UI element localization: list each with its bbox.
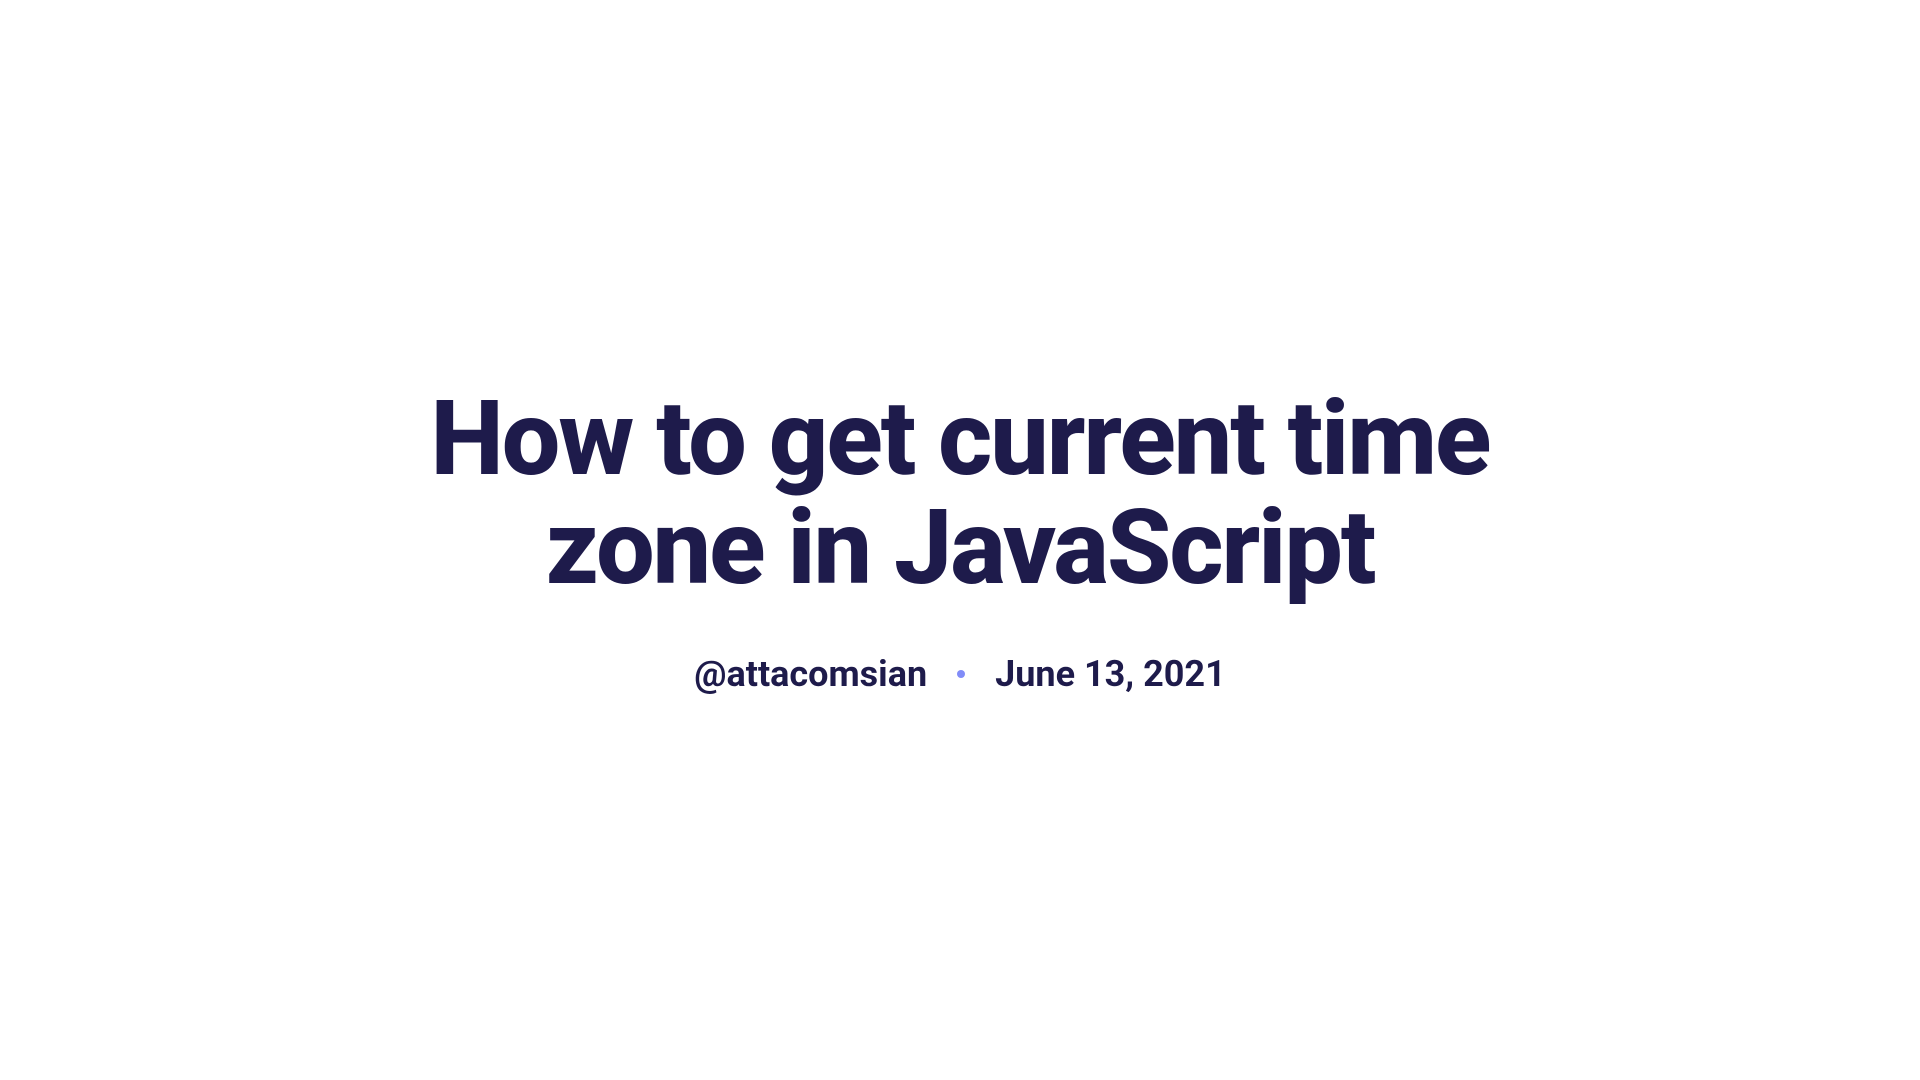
separator-dot-icon xyxy=(957,670,965,678)
article-header: How to get current time zone in JavaScri… xyxy=(410,385,1510,695)
article-meta: @attacomsian June 13, 2021 xyxy=(410,653,1510,695)
article-title: How to get current time zone in JavaScri… xyxy=(410,385,1510,603)
article-author: @attacomsian xyxy=(694,653,927,695)
article-date: June 13, 2021 xyxy=(995,653,1226,695)
